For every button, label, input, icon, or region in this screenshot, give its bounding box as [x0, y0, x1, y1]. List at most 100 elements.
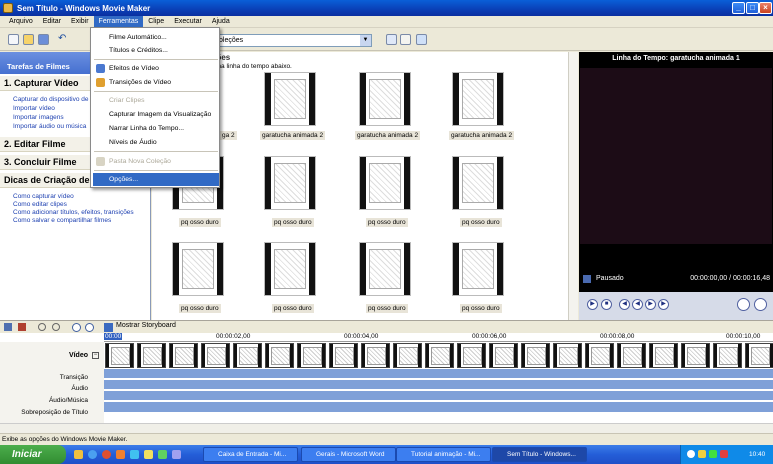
timeline-scrollbar[interactable] — [0, 423, 773, 433]
timeline-clip[interactable] — [265, 343, 294, 368]
tray-icon[interactable] — [720, 450, 728, 458]
timeline-clip[interactable] — [361, 343, 390, 368]
narrate-icon[interactable] — [18, 323, 26, 331]
tip-capture-link[interactable]: Como capturar vídeo — [13, 193, 74, 201]
timeline-clip[interactable] — [521, 343, 550, 368]
next-frame-icon[interactable]: ▶ — [658, 299, 669, 310]
menu-executar[interactable]: Executar — [169, 16, 207, 28]
timeline-icon[interactable] — [4, 323, 12, 331]
menu-item-audio-levels[interactable]: Níveis de Áudio — [93, 136, 219, 149]
menu-exibir[interactable]: Exibir — [66, 16, 94, 28]
timeline-clip[interactable] — [329, 343, 358, 368]
tray-icon[interactable] — [709, 450, 717, 458]
collection-combo[interactable]: oleções ▼ — [217, 34, 372, 47]
task-word[interactable]: Gerais - Microsoft Word — [301, 447, 396, 462]
timeline-clip[interactable] — [489, 343, 518, 368]
start-button[interactable]: Iniciar — [0, 445, 66, 464]
timeline-clip[interactable] — [617, 343, 646, 368]
undo-icon[interactable]: ↶ — [58, 34, 69, 45]
timeline-clip[interactable] — [713, 343, 742, 368]
show-storyboard-button[interactable]: Mostrar Storyboard — [116, 322, 176, 329]
tip-titles-link[interactable]: Como adicionar títulos, efeitos, transiç… — [13, 209, 134, 217]
quicklaunch-icon[interactable] — [74, 450, 83, 459]
timeline-clip[interactable] — [745, 343, 773, 368]
open-project-icon[interactable] — [23, 34, 34, 45]
audio-music-track[interactable] — [104, 391, 773, 401]
menu-item-narrate-timeline[interactable]: Narrar Linha do Tempo... — [93, 122, 219, 135]
timeline-clip[interactable] — [649, 343, 678, 368]
save-project-icon[interactable] — [38, 34, 49, 45]
timeline-clip[interactable] — [425, 343, 454, 368]
timeline-clip[interactable] — [233, 343, 262, 368]
import-audio-link[interactable]: Importar áudio ou música — [13, 123, 86, 131]
menu-ajuda[interactable]: Ajuda — [207, 16, 235, 28]
fast-forward-icon[interactable]: ▶ — [645, 299, 656, 310]
storyboard-icon[interactable] — [104, 323, 113, 332]
timeline-clip[interactable] — [681, 343, 710, 368]
transition-track[interactable] — [104, 369, 773, 379]
timeline-clip[interactable] — [457, 343, 486, 368]
clip-thumbnail[interactable] — [452, 72, 504, 126]
clip-thumbnail[interactable] — [359, 156, 411, 210]
clip-thumbnail[interactable] — [359, 242, 411, 296]
timeline-clip[interactable] — [105, 343, 134, 368]
play-timeline-icon[interactable] — [85, 323, 94, 332]
quicklaunch-icon[interactable] — [116, 450, 125, 459]
stop-icon[interactable]: ■ — [601, 299, 612, 310]
views-icon[interactable] — [416, 34, 427, 45]
zoom-in-icon[interactable] — [38, 323, 46, 331]
collection-up-icon[interactable] — [386, 34, 397, 45]
quicklaunch-icon[interactable] — [172, 450, 181, 459]
chevron-down-icon[interactable]: ▼ — [360, 35, 371, 46]
browser-icon[interactable] — [88, 450, 97, 459]
clip-thumbnail[interactable] — [452, 156, 504, 210]
new-collection-icon[interactable] — [400, 34, 411, 45]
maximize-button[interactable]: □ — [746, 2, 759, 14]
menu-item-capture-still[interactable]: Capturar Imagem da Visualização — [93, 108, 219, 121]
import-images-link[interactable]: Importar imagens — [13, 114, 64, 122]
menu-item-auto-movie[interactable]: Filme Automático... — [93, 31, 219, 44]
new-project-icon[interactable] — [8, 34, 19, 45]
rewind-timeline-icon[interactable] — [72, 323, 81, 332]
task-tutorial[interactable]: Tutorial animação - Mi... — [396, 447, 491, 462]
minimize-button[interactable]: _ — [732, 2, 745, 14]
menu-item-options[interactable]: Opções... — [93, 173, 219, 186]
split-clip-icon[interactable] — [737, 298, 750, 311]
clip-thumbnail[interactable] — [264, 156, 316, 210]
menu-item-video-effects[interactable]: Efeitos de Vídeo — [93, 62, 219, 75]
media-icon[interactable] — [102, 450, 111, 459]
menu-item-titles-credits[interactable]: Títulos e Créditos... — [93, 44, 219, 57]
play-icon[interactable]: ▶ — [587, 299, 598, 310]
tip-save-link[interactable]: Como salvar e compartilhar filmes — [13, 217, 111, 225]
menu-ferramentas[interactable]: Ferramentas — [93, 15, 144, 28]
timeline-clip[interactable] — [169, 343, 198, 368]
take-picture-icon[interactable] — [754, 298, 767, 311]
timeline-clip[interactable] — [393, 343, 422, 368]
task-movie-maker[interactable]: Sem Título - Windows... — [492, 447, 587, 462]
menu-arquivo[interactable]: Arquivo — [4, 16, 38, 28]
zoom-out-icon[interactable] — [52, 323, 60, 331]
clip-thumbnail[interactable] — [359, 72, 411, 126]
quicklaunch-icon[interactable] — [130, 450, 139, 459]
timeline-clip[interactable] — [297, 343, 326, 368]
tray-icon[interactable] — [687, 450, 695, 458]
content-scrollbar[interactable] — [568, 52, 578, 320]
menu-item-video-transitions[interactable]: Transições de Vídeo — [93, 76, 219, 89]
quicklaunch-icon[interactable] — [158, 450, 167, 459]
previous-frame-icon[interactable]: ◀ — [619, 299, 630, 310]
tip-edit-link[interactable]: Como editar clipes — [13, 201, 67, 209]
task-inbox[interactable]: Caixa de Entrada - Mi... — [203, 447, 298, 462]
menu-clipe[interactable]: Clipe — [143, 16, 169, 28]
import-video-link[interactable]: Importar vídeo — [13, 105, 55, 113]
collapse-icon[interactable]: − — [92, 352, 99, 359]
clip-thumbnail[interactable] — [264, 242, 316, 296]
close-button[interactable]: × — [759, 2, 772, 14]
timeline-clip[interactable] — [585, 343, 614, 368]
title-overlay-track[interactable] — [104, 402, 773, 413]
menu-editar[interactable]: Editar — [38, 16, 66, 28]
clip-thumbnail[interactable] — [264, 72, 316, 126]
timeline-clip[interactable] — [201, 343, 230, 368]
tray-icon[interactable] — [698, 450, 706, 458]
clip-thumbnail[interactable] — [172, 242, 224, 296]
audio-track[interactable] — [104, 380, 773, 390]
